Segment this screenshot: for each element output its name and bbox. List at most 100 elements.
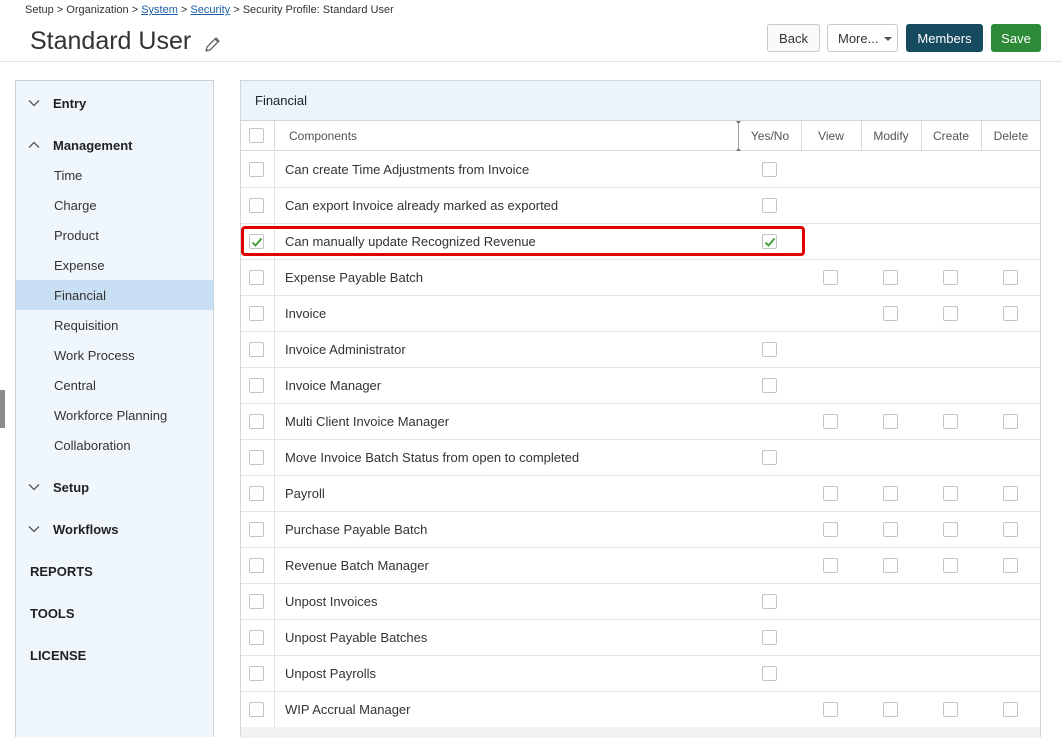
modify-checkbox[interactable]	[883, 414, 898, 429]
sidebar-section-management[interactable]: Management	[16, 130, 213, 160]
view-checkbox[interactable]	[823, 702, 838, 717]
row-select-checkbox[interactable]	[249, 198, 264, 213]
view-checkbox[interactable]	[823, 486, 838, 501]
delete-checkbox[interactable]	[1003, 558, 1018, 573]
yesno-checkbox[interactable]	[762, 234, 777, 249]
delete-checkbox[interactable]	[1003, 270, 1018, 285]
row-select-checkbox[interactable]	[249, 594, 264, 609]
modify-checkbox[interactable]	[883, 306, 898, 321]
breadcrumb-prefix: Setup > Organization >	[25, 4, 142, 16]
row-select-checkbox[interactable]	[249, 522, 264, 537]
modify-checkbox[interactable]	[883, 522, 898, 537]
breadcrumb-link-system[interactable]: System	[141, 4, 178, 16]
table-header: Components Yes/No View Modify Create Del…	[241, 121, 1040, 151]
delete-checkbox[interactable]	[1003, 522, 1018, 537]
delete-checkbox[interactable]	[1003, 486, 1018, 501]
row-select-checkbox[interactable]	[249, 414, 264, 429]
sidebar-item-label: LICENSE	[30, 647, 87, 663]
delete-checkbox[interactable]	[1003, 702, 1018, 717]
yesno-checkbox[interactable]	[762, 162, 777, 177]
yesno-checkbox[interactable]	[762, 378, 777, 393]
side-drawer-handle[interactable]	[0, 390, 5, 428]
column-header-view[interactable]: View	[801, 121, 861, 151]
modify-checkbox[interactable]	[883, 486, 898, 501]
sidebar-item-label: Requisition	[54, 317, 119, 333]
column-header-create[interactable]: Create	[921, 121, 981, 151]
sidebar-item-time[interactable]: Time	[16, 160, 213, 190]
sidebar-item-label: Collaboration	[54, 437, 131, 453]
chevron-down-icon	[28, 100, 40, 107]
breadcrumb-current: Security Profile: Standard User	[242, 4, 394, 16]
sidebar-item-financial[interactable]: Financial	[16, 280, 213, 310]
create-checkbox[interactable]	[943, 558, 958, 573]
yesno-checkbox[interactable]	[762, 450, 777, 465]
yesno-checkbox[interactable]	[762, 594, 777, 609]
more-dropdown-button[interactable]: More...	[827, 24, 898, 52]
delete-checkbox[interactable]	[1003, 414, 1018, 429]
modify-checkbox[interactable]	[883, 702, 898, 717]
sidebar-item-requisition[interactable]: Requisition	[16, 310, 213, 340]
create-checkbox[interactable]	[943, 306, 958, 321]
row-select-checkbox[interactable]	[249, 558, 264, 573]
delete-checkbox[interactable]	[1003, 306, 1018, 321]
row-select-checkbox[interactable]	[249, 666, 264, 681]
sidebar-item-reports[interactable]: REPORTS	[16, 556, 213, 586]
create-checkbox[interactable]	[943, 414, 958, 429]
column-header-components[interactable]: Components	[289, 121, 357, 151]
sidebar-item-tools[interactable]: TOOLS	[16, 598, 213, 628]
members-button[interactable]: Members	[906, 24, 983, 52]
row-select-checkbox[interactable]	[249, 234, 264, 249]
modify-checkbox[interactable]	[883, 270, 898, 285]
table-row: Can export Invoice already marked as exp…	[241, 188, 1040, 224]
modify-checkbox[interactable]	[883, 558, 898, 573]
yesno-checkbox[interactable]	[762, 630, 777, 645]
create-checkbox[interactable]	[943, 702, 958, 717]
sidebar-section-setup[interactable]: Setup	[16, 472, 213, 502]
component-label: Multi Client Invoice Manager	[285, 414, 450, 429]
row-select-checkbox[interactable]	[249, 270, 264, 285]
create-checkbox[interactable]	[943, 270, 958, 285]
table-row: Can create Time Adjustments from Invoice	[241, 152, 1040, 188]
yesno-checkbox[interactable]	[762, 342, 777, 357]
row-select-checkbox[interactable]	[249, 702, 264, 717]
yesno-checkbox[interactable]	[762, 666, 777, 681]
column-header-modify[interactable]: Modify	[861, 121, 921, 151]
breadcrumb-link-security[interactable]: Security	[190, 4, 230, 16]
row-select-checkbox[interactable]	[249, 306, 264, 321]
row-select-checkbox[interactable]	[249, 630, 264, 645]
back-button[interactable]: Back	[767, 24, 820, 52]
sidebar-item-work-process[interactable]: Work Process	[16, 340, 213, 370]
chevron-down-icon	[28, 484, 40, 491]
sidebar-item-workforce-planning[interactable]: Workforce Planning	[16, 400, 213, 430]
sidebar-section-workflows[interactable]: Workflows	[16, 514, 213, 544]
save-button[interactable]: Save	[991, 24, 1041, 52]
select-all-checkbox[interactable]	[249, 128, 264, 143]
row-select-checkbox[interactable]	[249, 486, 264, 501]
sidebar-item-central[interactable]: Central	[16, 370, 213, 400]
yesno-checkbox[interactable]	[762, 198, 777, 213]
row-select-checkbox[interactable]	[249, 342, 264, 357]
sidebar-item-label: Charge	[54, 197, 97, 213]
sidebar-section-entry[interactable]: Entry	[16, 88, 213, 118]
pencil-icon[interactable]	[203, 34, 223, 54]
sidebar-item-product[interactable]: Product	[16, 220, 213, 250]
sidebar-item-expense[interactable]: Expense	[16, 250, 213, 280]
view-checkbox[interactable]	[823, 414, 838, 429]
column-header-delete[interactable]: Delete	[981, 121, 1041, 151]
row-select-checkbox[interactable]	[249, 378, 264, 393]
row-select-checkbox[interactable]	[249, 162, 264, 177]
sidebar-item-collaboration[interactable]: Collaboration	[16, 430, 213, 460]
sidebar-item-label: Time	[54, 167, 83, 183]
sidebar-item-charge[interactable]: Charge	[16, 190, 213, 220]
sidebar-item-license[interactable]: LICENSE	[16, 640, 213, 670]
column-header-yesno[interactable]: Yes/No	[739, 121, 801, 151]
view-checkbox[interactable]	[823, 522, 838, 537]
row-select-checkbox[interactable]	[249, 450, 264, 465]
create-checkbox[interactable]	[943, 486, 958, 501]
create-checkbox[interactable]	[943, 522, 958, 537]
view-checkbox[interactable]	[823, 270, 838, 285]
table-row: Can manually update Recognized Revenue	[241, 224, 1040, 260]
view-checkbox[interactable]	[823, 558, 838, 573]
sidebar-item-label: Financial	[54, 287, 107, 303]
component-label: Can manually update Recognized Revenue	[285, 234, 536, 249]
